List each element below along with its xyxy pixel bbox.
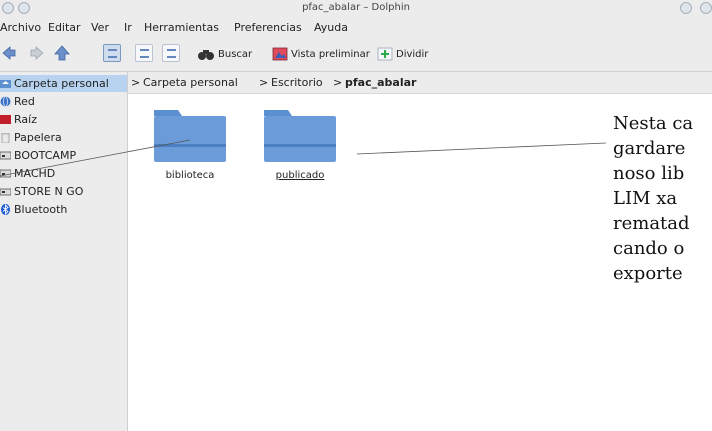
leader-line-biblioteca bbox=[0, 139, 191, 177]
annotation-line: noso lib bbox=[613, 163, 685, 184]
annotation-line: exporte bbox=[613, 263, 683, 284]
leader-line-publicado bbox=[356, 142, 607, 155]
annotation-line: gardare bbox=[613, 138, 686, 159]
annotation-line: cando o bbox=[613, 238, 685, 259]
annotation-line: rematad bbox=[613, 213, 690, 234]
annotation-text: Nesta ca gardare noso lib LIM xa rematad… bbox=[613, 111, 712, 286]
annotation-line: LIM xa bbox=[613, 188, 678, 209]
annotation-leaders bbox=[0, 139, 607, 177]
annotation-line: Nesta ca bbox=[613, 113, 694, 134]
